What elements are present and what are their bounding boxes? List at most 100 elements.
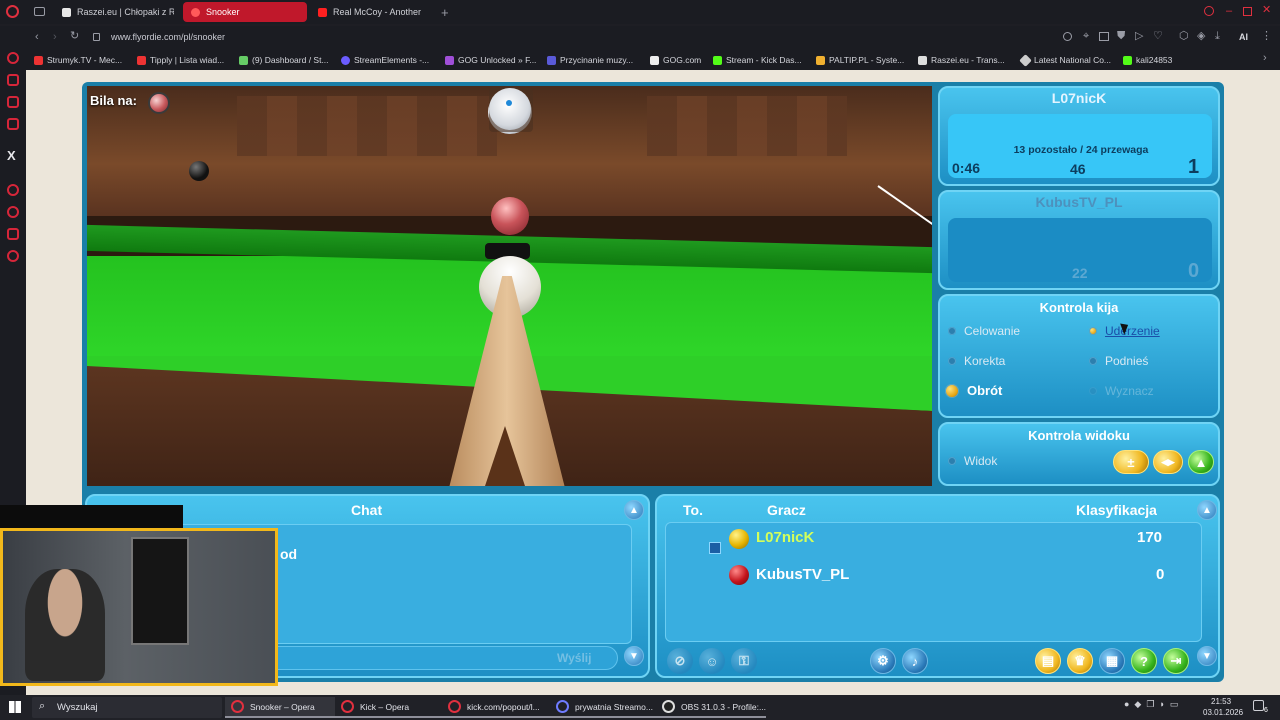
zoom-view-button[interactable]: ± xyxy=(1113,450,1149,474)
bookmarks-overflow-icon[interactable]: › xyxy=(1263,53,1267,64)
snooker-table-view[interactable] xyxy=(87,86,932,486)
top-view-button[interactable]: ▲ xyxy=(1188,450,1214,474)
taskbar-date[interactable]: 03.01.2026 xyxy=(1203,708,1243,717)
tab-real-mccoy[interactable]: Real McCoy - Another xyxy=(310,2,432,22)
notification-icon[interactable] xyxy=(1253,700,1264,711)
back-icon[interactable]: ‹ xyxy=(35,32,39,43)
cue-option-mark: Wyznacz xyxy=(1089,384,1154,398)
settings-gear-icon[interactable]: ⚙ xyxy=(870,648,896,674)
close-window-icon[interactable]: ✕ xyxy=(1262,5,1271,16)
player2-break: 22 xyxy=(1072,265,1088,281)
cue-option-raise[interactable]: Podnieś xyxy=(1089,354,1148,368)
bookmark-item[interactable]: Strumyk.TV - Mec... xyxy=(34,52,122,68)
maximize-window-icon[interactable] xyxy=(1243,7,1252,16)
sidebar-extensions-icon[interactable] xyxy=(7,228,19,240)
zoom-icon[interactable] xyxy=(1063,32,1072,41)
sidebar-history-icon[interactable] xyxy=(7,206,19,218)
sound-icon[interactable]: ♪ xyxy=(902,648,928,674)
forward-icon[interactable]: › xyxy=(53,32,57,43)
player1-name: L07nicK xyxy=(1051,90,1107,106)
sidebar-chat-icon[interactable] xyxy=(7,96,19,108)
disabled-action-icon: ⊘ xyxy=(667,648,693,674)
webcam-top-strip xyxy=(0,505,183,529)
spin-ball[interactable] xyxy=(489,88,531,130)
bookmark-item[interactable]: StreamElements -... xyxy=(341,52,429,68)
profile-icon: ☺ xyxy=(699,648,725,674)
radio-dot xyxy=(948,327,956,335)
leaderboard-icon[interactable]: ▤ xyxy=(1035,648,1061,674)
view-control-title: Kontrola widoku xyxy=(1028,428,1130,443)
url-field[interactable]: www.flyordie.com/pl/snooker xyxy=(111,32,225,42)
minimize-window-icon[interactable]: – xyxy=(1226,6,1232,17)
sidebar-contacts-icon[interactable] xyxy=(7,74,19,86)
tab-label: Snooker xyxy=(206,7,240,17)
exit-icon[interactable]: ⇥ xyxy=(1163,648,1189,674)
view-option[interactable]: Widok xyxy=(948,454,997,468)
sidebar-player-icon[interactable] xyxy=(7,184,19,196)
bookmark-item[interactable]: Przycinanie muzy... xyxy=(547,52,633,68)
sidebar-settings-icon[interactable] xyxy=(7,250,19,262)
tab-menu-icon[interactable] xyxy=(34,7,45,16)
new-tab-button[interactable]: + xyxy=(441,6,449,19)
taskbar-app-kick-popout[interactable]: kick.com/popout/l... xyxy=(442,697,550,718)
chat-send-button[interactable]: Wyślij xyxy=(557,651,591,665)
opera-logo-icon[interactable] xyxy=(6,5,19,18)
play-icon[interactable]: ▷ xyxy=(1135,31,1143,42)
chat-expand-icon[interactable]: ▲ xyxy=(624,500,644,520)
sidebar-music-icon[interactable] xyxy=(7,118,19,130)
sidebar-x-icon[interactable]: X xyxy=(7,148,16,163)
sidebar-messenger-icon[interactable] xyxy=(7,52,19,64)
cue-option-correct[interactable]: Korekta xyxy=(948,354,1005,368)
taskbar-app-obs[interactable]: OBS 31.0.3 - Profile:... xyxy=(656,697,766,718)
scoreboard-row-name[interactable]: KubusTV_PL xyxy=(756,566,849,583)
extensions-icon[interactable]: ⬡ xyxy=(1179,31,1189,42)
download-icon[interactable]: ⤓ xyxy=(1215,31,1220,42)
bookmark-favicon-icon xyxy=(1019,53,1032,67)
tray-icons[interactable]: ●◆❐◗▭ xyxy=(1124,700,1183,709)
bookmark-item[interactable]: (9) Dashboard / St... xyxy=(239,52,329,68)
taskbar-app-kick[interactable]: Kick – Opera xyxy=(335,697,445,718)
lock-icon xyxy=(93,33,100,41)
player2-frames: 0 xyxy=(1188,260,1200,282)
bookmark-item[interactable]: GOG.com xyxy=(650,52,701,68)
search-tabs-icon[interactable] xyxy=(1204,6,1214,16)
shield-icon[interactable]: ⛊ xyxy=(1117,31,1125,42)
bookmark-item[interactable]: GOG Unlocked » F... xyxy=(445,52,536,68)
bookmark-item[interactable]: Latest National Co... xyxy=(1019,52,1111,68)
black-ball xyxy=(189,161,209,181)
radio-dot-selected xyxy=(945,383,959,398)
scoreboard-row-score: 0 xyxy=(1156,566,1165,583)
taskbar-app-snooker[interactable]: Snooker – Opera xyxy=(225,697,335,718)
ai-button[interactable]: AI xyxy=(1239,32,1248,42)
pin-icon[interactable]: ⌖ xyxy=(1083,31,1089,42)
rotate-view-button[interactable]: ◂▸ xyxy=(1153,450,1183,474)
webcam-poster xyxy=(131,537,189,645)
scoreboard-collapse-icon[interactable]: ▼ xyxy=(1197,646,1217,666)
more-menu-icon[interactable]: ⋮ xyxy=(1261,31,1272,42)
bookmark-item[interactable]: Stream - Kick Das... xyxy=(713,52,802,68)
cube-icon[interactable]: ◈ xyxy=(1197,31,1205,42)
cue-option-spin[interactable]: Obrót xyxy=(945,383,1002,398)
bookmark-item[interactable]: PALTIP.PL - Syste... xyxy=(816,52,904,68)
help-icon[interactable]: ? xyxy=(1131,648,1157,674)
player2-name: KubusTV_PL xyxy=(1035,194,1123,210)
trophy-icon[interactable]: ♛ xyxy=(1067,648,1093,674)
tab-snooker[interactable]: Snooker xyxy=(183,2,307,22)
scoreboard-row-name[interactable]: L07nicK xyxy=(756,529,814,546)
bookmark-item[interactable]: kali24853 xyxy=(1123,52,1172,68)
red-ball xyxy=(491,197,529,235)
taskbar-app-streamo[interactable]: prywatnia Streamo... xyxy=(550,697,656,718)
windows-start-icon[interactable] xyxy=(9,701,21,713)
tab-raszei[interactable]: Raszei.eu | Chłopaki z Ras xyxy=(54,2,174,22)
cue-option-aim[interactable]: Celowanie xyxy=(948,324,1020,338)
chat-collapse-icon[interactable]: ▼ xyxy=(624,646,644,666)
tables-icon[interactable]: ▦ xyxy=(1099,648,1125,674)
bookmark-item[interactable]: Raszei.eu - Trans... xyxy=(918,52,1005,68)
snapshot-icon[interactable] xyxy=(1099,32,1109,41)
bookmark-favicon-icon xyxy=(918,55,927,65)
heart-icon[interactable]: ♡ xyxy=(1153,31,1163,42)
bookmark-item[interactable]: Tipply | Lista wiad... xyxy=(137,52,224,68)
scoreboard-expand-icon[interactable]: ▲ xyxy=(1197,500,1217,520)
reload-icon[interactable]: ↻ xyxy=(70,31,79,42)
taskbar-time[interactable]: 21:53 xyxy=(1211,697,1231,706)
